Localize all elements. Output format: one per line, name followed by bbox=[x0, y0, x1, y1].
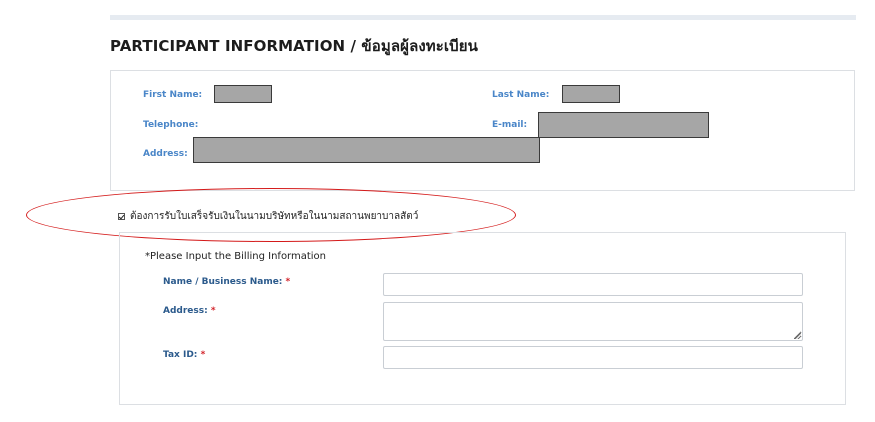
address-redacted-value bbox=[193, 137, 540, 163]
address-label: Address: bbox=[143, 149, 188, 159]
email-redacted-value bbox=[538, 112, 709, 138]
section-divider bbox=[110, 15, 856, 20]
required-mark: * bbox=[200, 350, 206, 360]
billing-heading: *Please Input the Billing Information bbox=[145, 251, 327, 262]
required-mark: * bbox=[285, 277, 291, 287]
billing-receipt-label[interactable]: ต้องการรับใบเสร็จรับเงินในนามบริษัทหรือใ… bbox=[130, 209, 418, 224]
billing-address-textarea[interactable] bbox=[383, 302, 803, 341]
tax-id-label: Tax ID: * bbox=[163, 350, 206, 360]
last-name-label: Last Name: bbox=[492, 90, 550, 100]
business-name-input[interactable] bbox=[383, 273, 803, 296]
business-name-label: Name / Business Name: * bbox=[163, 277, 291, 287]
required-mark: * bbox=[210, 306, 216, 316]
first-name-label: First Name: bbox=[143, 90, 203, 100]
tax-id-input[interactable] bbox=[383, 346, 803, 369]
first-name-redacted-value bbox=[214, 85, 272, 103]
email-label: E-mail: bbox=[492, 120, 528, 130]
telephone-label: Telephone: bbox=[143, 120, 199, 130]
billing-address-label: Address: * bbox=[163, 306, 216, 316]
billing-receipt-checkbox[interactable] bbox=[118, 212, 125, 220]
last-name-redacted-value bbox=[562, 85, 620, 103]
section-title: PARTICIPANT INFORMATION / ข้อมูลผู้ลงทะเ… bbox=[110, 37, 479, 55]
registration-page: PARTICIPANT INFORMATION / ข้อมูลผู้ลงทะเ… bbox=[0, 0, 875, 422]
billing-receipt-option[interactable]: ต้องการรับใบเสร็จรับเงินในนามบริษัทหรือใ… bbox=[118, 209, 418, 223]
